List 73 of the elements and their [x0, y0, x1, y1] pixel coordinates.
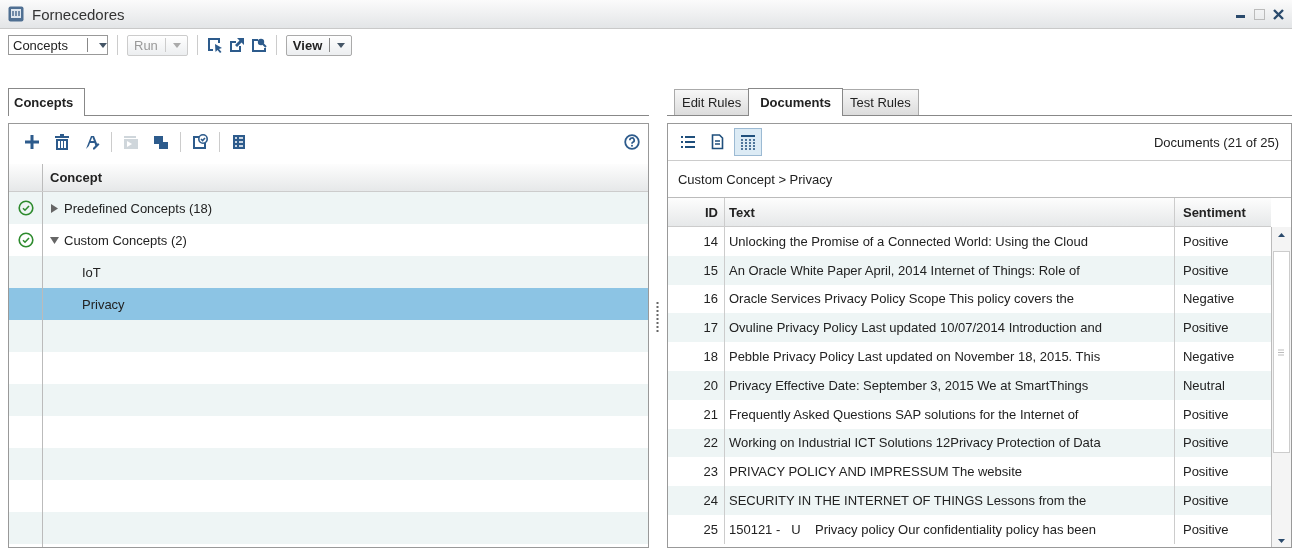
tree-item-label: IoT	[82, 264, 101, 280]
table-cell: 22	[667, 428, 725, 458]
table-cell-text: Positive	[1181, 232, 1230, 251]
column-header[interactable]: Text	[724, 198, 1175, 226]
check-document-icon[interactable]	[192, 134, 208, 150]
table-cell-text: Neutral	[1181, 376, 1226, 395]
panel-tab[interactable]: Concepts	[8, 88, 86, 116]
breadcrumb: Custom Concept > Privacy	[677, 171, 833, 187]
table-cell: 21	[667, 399, 725, 429]
close-icon[interactable]	[1273, 8, 1284, 20]
table-cell: 17	[667, 313, 725, 343]
view-button[interactable]: View	[285, 34, 353, 56]
table-cell: Frequently Asked Questions SAP solutions for the Internet of	[724, 399, 1175, 429]
rename-icon[interactable]	[84, 134, 100, 150]
table-cell-text: Positive	[1181, 405, 1230, 424]
table-cell-text: Negative	[1181, 348, 1236, 367]
tree-row[interactable]: Predefined Concepts (18)	[9, 192, 648, 224]
scroll-down-icon[interactable]	[1277, 539, 1285, 543]
panel-tab[interactable]: Test Rules	[842, 89, 919, 115]
table-cell: 18	[667, 342, 725, 371]
trash-icon[interactable]	[55, 134, 69, 150]
table-cell: Ovuline Privacy Policy Last updated 10/07/2014 Introduction and	[724, 313, 1175, 343]
table-cell: 15	[667, 255, 725, 285]
grip-icon[interactable]	[1278, 348, 1285, 356]
concepts-dropdown[interactable]: Concepts	[8, 35, 108, 55]
table-cell: 25	[667, 514, 725, 544]
document-icon[interactable]	[711, 134, 725, 150]
table-cell: Pebble Privacy Policy Last updated on November 18, 2015. This	[724, 342, 1175, 371]
list-icon[interactable]	[232, 134, 246, 150]
caret-icon[interactable]	[337, 42, 346, 48]
caret-icon[interactable]	[99, 42, 107, 48]
table-cell-text: Positive	[1181, 492, 1230, 511]
table-cell-text: Negative	[1181, 290, 1236, 309]
splitter-handle[interactable]	[656, 300, 660, 335]
table-cell: Privacy Effective Date: September 3, 2015 We at SmartThings	[724, 371, 1175, 400]
collapse-icon[interactable]	[50, 235, 59, 245]
table-cell-text: Positive	[1181, 319, 1230, 338]
find-document-icon[interactable]	[250, 37, 267, 53]
table-cell-text: Positive	[1181, 463, 1230, 482]
windows-icon[interactable]	[153, 134, 169, 150]
app-icon	[8, 6, 24, 22]
table-cell: An Oracle White Paper April, 2014 Internet of Things: Role of	[724, 255, 1175, 285]
document-count: Documents (21 of 25)	[1154, 134, 1280, 150]
table-cell-text: Positive	[1181, 520, 1230, 539]
select-icon[interactable]	[206, 37, 223, 53]
table-cell: Working on Industrial ICT Solutions 12Privacy Protection of Data	[724, 428, 1175, 458]
external-link-icon[interactable]	[228, 37, 245, 53]
help-icon[interactable]	[624, 134, 640, 150]
table-cell: 20	[667, 371, 725, 400]
column-header[interactable]: Concept	[43, 164, 102, 191]
list-icon[interactable]	[679, 135, 696, 149]
tree-row[interactable]: Privacy	[9, 288, 648, 320]
column-header[interactable]: ID	[667, 198, 725, 226]
table-cell: 150121 - U Privacy policy Our confidentiality policy has been	[724, 514, 1175, 544]
tree-item-label: Predefined Concepts (18)	[64, 200, 213, 216]
panel-tab[interactable]: Documents	[748, 88, 843, 116]
column-header[interactable]: Sentiment	[1174, 198, 1271, 226]
tree-row[interactable]: Custom Concepts (2)	[9, 224, 648, 256]
scroll-up-icon[interactable]	[1277, 233, 1285, 237]
scrollbar[interactable]	[1270, 227, 1291, 547]
panel-tab[interactable]: Edit Rules	[673, 89, 750, 115]
tree-item-label: Custom Concepts (2)	[64, 232, 187, 248]
table-icon[interactable]	[739, 134, 756, 150]
table-cell: SECURITY IN THE INTERNET OF THINGS Lessons from the	[724, 486, 1175, 515]
table-cell-text: Positive	[1181, 434, 1230, 453]
plus-icon[interactable]	[24, 134, 40, 150]
table-cell-text: Positive	[1181, 261, 1230, 280]
window-title: Fornecedores	[32, 5, 126, 23]
tree-item-label: Privacy	[82, 296, 125, 312]
table-cell: 24	[667, 486, 725, 515]
table-cell: Unlocking the Promise of a Connected World: Using the Cloud	[724, 227, 1175, 256]
expand-icon[interactable]	[50, 203, 59, 213]
table-cell: 14	[667, 227, 725, 256]
